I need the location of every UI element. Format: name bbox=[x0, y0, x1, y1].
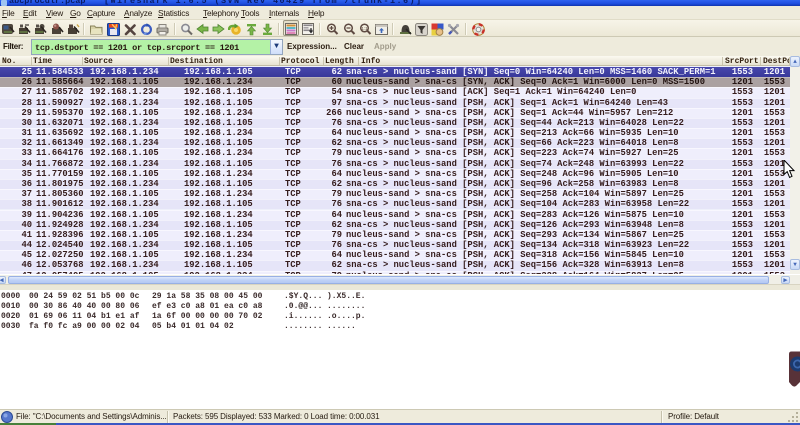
svg-text:1:1: 1:1 bbox=[361, 26, 368, 31]
